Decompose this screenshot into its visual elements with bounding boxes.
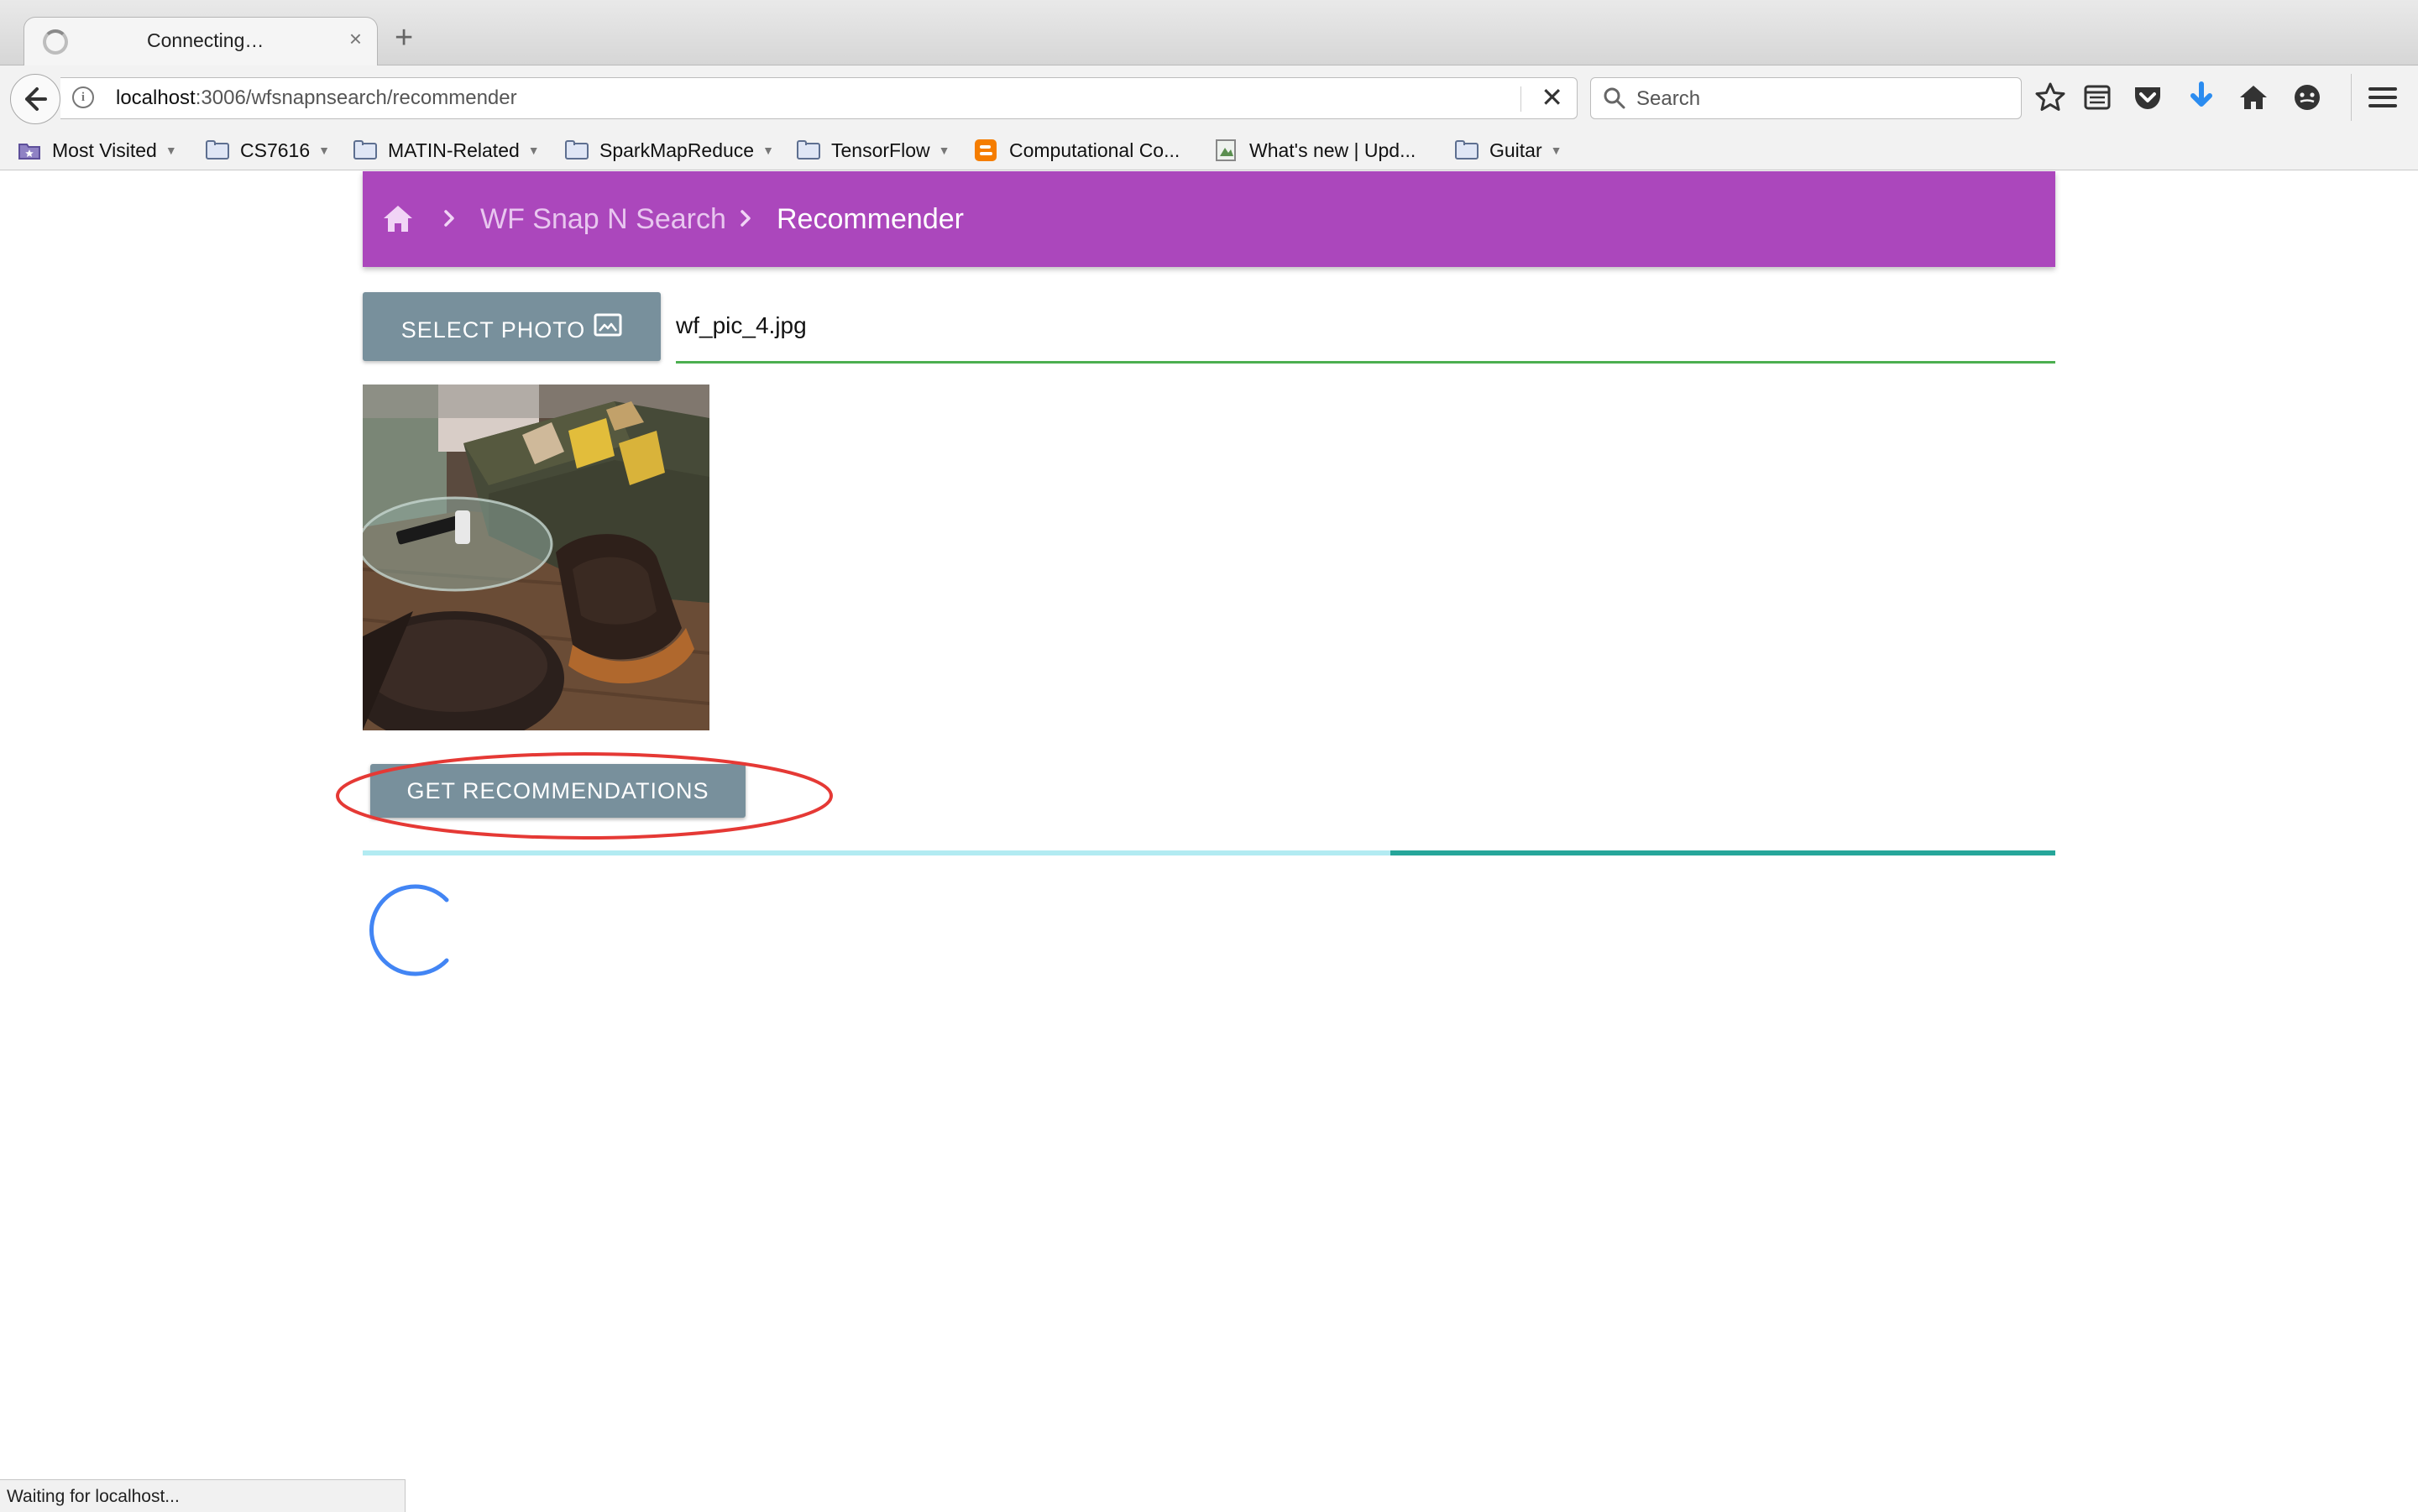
tab-loading-icon bbox=[43, 29, 68, 55]
bookmark-folder-cs7616[interactable]: CS7616 ▼ bbox=[205, 136, 330, 165]
bookmark-label: Computational Co... bbox=[1009, 139, 1180, 161]
chevron-down-icon: ▼ bbox=[938, 144, 950, 157]
chevron-down-icon: ▼ bbox=[762, 144, 774, 157]
file-name-value: wf_pic_4.jpg bbox=[676, 312, 807, 338]
select-photo-label: SELECT PHOTO bbox=[400, 317, 586, 343]
photo-preview bbox=[363, 385, 709, 730]
breadcrumb-item-wf-snap-n-search[interactable]: WF Snap N Search bbox=[480, 203, 726, 236]
file-name-field[interactable]: wf_pic_4.jpg bbox=[676, 292, 2055, 364]
url-divider bbox=[1520, 86, 1521, 112]
feedback-icon[interactable] bbox=[2290, 81, 2324, 114]
bookmark-whats-new[interactable]: What's new | Upd... bbox=[1214, 136, 1416, 165]
bookmark-label: MATIN-Related bbox=[388, 139, 520, 161]
site-info-icon[interactable]: i bbox=[72, 86, 94, 108]
browser-tab[interactable]: Connecting… × bbox=[24, 17, 378, 66]
blogger-icon bbox=[975, 139, 997, 161]
bookmarks-toolbar: Most Visited ▼ CS7616 ▼ MATIN-Related ▼ … bbox=[0, 131, 2418, 170]
home-icon[interactable] bbox=[2237, 81, 2270, 114]
folder-icon bbox=[564, 139, 589, 161]
pocket-icon[interactable] bbox=[2131, 81, 2164, 114]
stop-loading-icon[interactable]: ✕ bbox=[1541, 81, 1563, 113]
chevron-down-icon: ▼ bbox=[527, 144, 540, 157]
back-arrow-icon bbox=[25, 87, 47, 111]
bookmark-label: Guitar bbox=[1489, 139, 1542, 161]
folder-icon bbox=[796, 139, 821, 161]
select-photo-button[interactable]: SELECT PHOTO bbox=[363, 292, 661, 361]
reading-list-icon[interactable] bbox=[2080, 81, 2114, 114]
url-path: :3006/wfsnapnsearch/recommender bbox=[195, 86, 517, 109]
folder-icon bbox=[205, 139, 230, 161]
bookmark-folder-tensorflow[interactable]: TensorFlow ▼ bbox=[796, 136, 950, 165]
bookmark-folder-matin-related[interactable]: MATIN-Related ▼ bbox=[353, 136, 540, 165]
folder-icon bbox=[353, 139, 378, 161]
status-text: Waiting for localhost... bbox=[7, 1487, 180, 1506]
chevron-right-icon bbox=[741, 210, 751, 227]
bookmark-folder-sparkmapreduce[interactable]: SparkMapReduce ▼ bbox=[564, 136, 774, 165]
chevron-down-icon: ▼ bbox=[318, 144, 330, 157]
folder-icon bbox=[1454, 139, 1479, 161]
photo-icon bbox=[594, 313, 622, 337]
most-visited-icon bbox=[18, 144, 40, 160]
chevron-down-icon: ▼ bbox=[1550, 144, 1562, 157]
bookmark-label: SparkMapReduce bbox=[599, 139, 755, 161]
bookmark-label: Most Visited bbox=[52, 139, 157, 161]
toolbar-divider bbox=[2351, 74, 2352, 121]
tab-title: Connecting… bbox=[147, 29, 264, 51]
page-icon bbox=[1216, 139, 1236, 161]
download-icon[interactable] bbox=[2185, 81, 2218, 114]
progress-bar bbox=[363, 850, 2055, 855]
url-host: localhost bbox=[116, 86, 196, 109]
breadcrumb-item-recommender: Recommender bbox=[777, 203, 964, 235]
bookmark-label: TensorFlow bbox=[831, 139, 930, 161]
search-input[interactable]: Search bbox=[1636, 87, 1700, 111]
chevron-down-icon: ▼ bbox=[165, 144, 177, 157]
new-tab-button[interactable]: + bbox=[395, 22, 413, 54]
loading-spinner-icon bbox=[369, 884, 449, 976]
search-icon bbox=[1604, 87, 1625, 109]
search-bar[interactable]: Search bbox=[1590, 77, 2022, 119]
url-bar[interactable]: i localhost:3006/wfsnapnsearch/recommend… bbox=[60, 77, 1578, 119]
get-recommendations-button[interactable]: GET RECOMMENDATIONS bbox=[370, 764, 746, 818]
tab-close-icon[interactable]: × bbox=[349, 28, 362, 50]
progress-bar-fill bbox=[1390, 850, 2055, 855]
bookmark-folder-guitar[interactable]: Guitar ▼ bbox=[1454, 136, 1562, 165]
hamburger-menu-icon[interactable] bbox=[2366, 81, 2400, 114]
bookmark-computational-co[interactable]: Computational Co... bbox=[974, 136, 1180, 165]
url-text[interactable]: localhost:3006/wfsnapnsearch/recommender bbox=[116, 86, 517, 110]
back-button[interactable] bbox=[10, 74, 60, 124]
get-recommendations-label: GET RECOMMENDATIONS bbox=[406, 777, 709, 803]
tab-strip: Connecting… × + bbox=[0, 0, 2418, 66]
bookmark-most-visited[interactable]: Most Visited ▼ bbox=[17, 136, 177, 165]
home-icon[interactable] bbox=[381, 203, 415, 233]
breadcrumb: WF Snap N Search Recommender bbox=[363, 171, 2055, 267]
bookmark-star-icon[interactable] bbox=[2033, 81, 2067, 114]
bookmark-label: What's new | Upd... bbox=[1249, 139, 1416, 161]
status-bar: Waiting for localhost... bbox=[0, 1479, 406, 1512]
bookmark-label: CS7616 bbox=[240, 139, 311, 161]
navigation-toolbar: i localhost:3006/wfsnapnsearch/recommend… bbox=[0, 65, 2418, 131]
chevron-right-icon bbox=[444, 210, 454, 227]
